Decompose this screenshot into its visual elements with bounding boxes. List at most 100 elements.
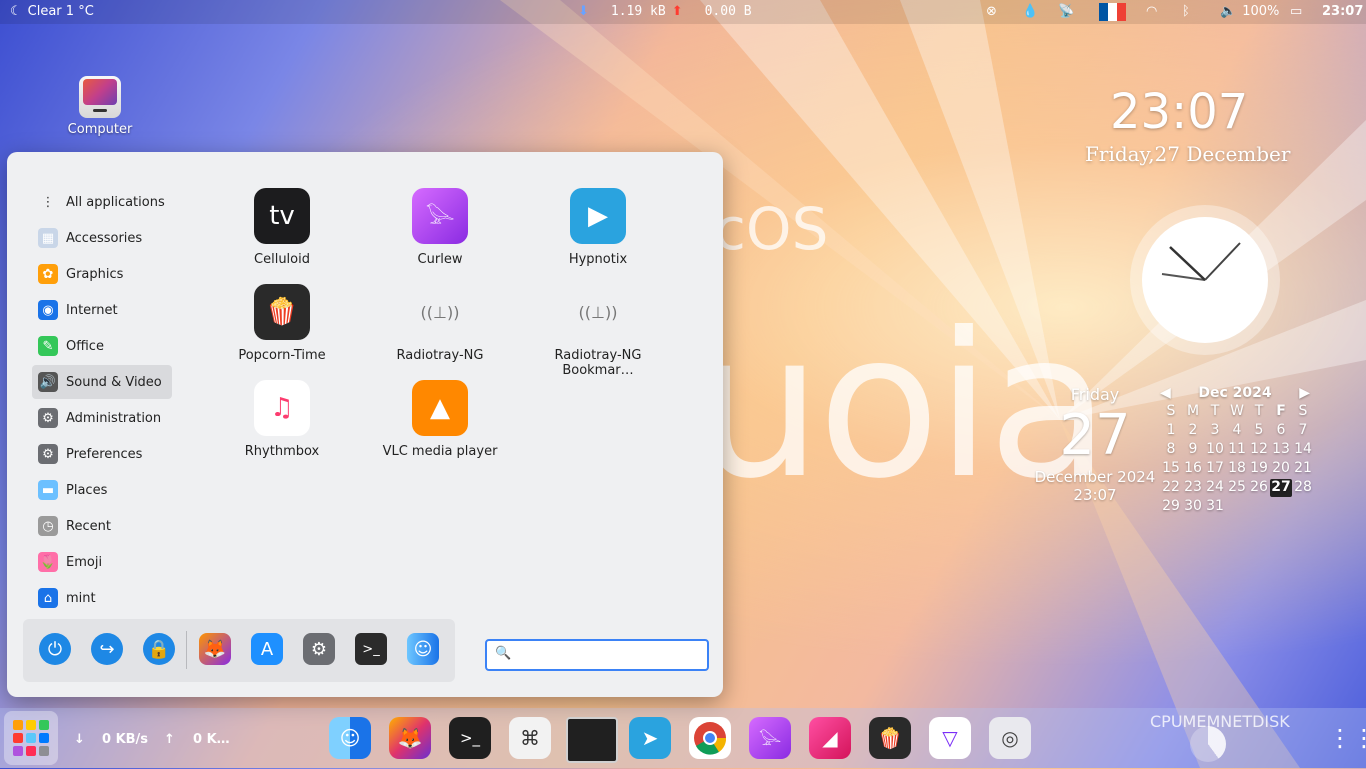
finder-icon[interactable]: ☺ bbox=[329, 717, 371, 759]
calendar-day[interactable]: 5 bbox=[1248, 422, 1270, 440]
radio-tower-icon: ((⊥)) bbox=[420, 302, 460, 322]
category-item[interactable]: ◷ Recent bbox=[32, 509, 172, 543]
calendar-day[interactable]: 23 bbox=[1182, 479, 1204, 497]
prev-month-icon[interactable]: ◀ bbox=[1160, 385, 1171, 401]
app-launcher-item[interactable]: 🍿 Popcorn-Time bbox=[202, 284, 362, 363]
calendar-day[interactable]: 27 bbox=[1270, 479, 1292, 497]
close-circle-icon[interactable]: ⊗ bbox=[986, 4, 997, 19]
calendar-weekday-header: F bbox=[1276, 403, 1286, 419]
category-item[interactable]: ▦ Accessories bbox=[32, 221, 172, 255]
power-icon[interactable]: ⏻ bbox=[39, 633, 71, 665]
radio-tower-icon: ((⊥)) bbox=[578, 302, 618, 322]
france-flag-icon[interactable] bbox=[1099, 3, 1126, 21]
calendar-day-number: 27 bbox=[1059, 403, 1131, 468]
computer-desktop-icon[interactable]: Computer bbox=[64, 76, 136, 137]
search-input[interactable] bbox=[513, 644, 702, 666]
calendar-day[interactable]: 22 bbox=[1160, 479, 1182, 497]
category-item[interactable]: 🌷 Emoji bbox=[32, 545, 172, 579]
calendar-day[interactable]: 7 bbox=[1292, 422, 1314, 440]
app-launcher-item[interactable]: 𓅪 Curlew bbox=[360, 188, 520, 267]
calendar-day[interactable]: 25 bbox=[1226, 479, 1248, 497]
calendar-day[interactable]: 10 bbox=[1204, 441, 1226, 459]
terminal-icon[interactable]: >_ bbox=[355, 633, 387, 665]
category-item[interactable]: 🔊 Sound & Video bbox=[32, 365, 172, 399]
volume-applet[interactable]: 🔈 100% bbox=[1220, 4, 1279, 19]
app-launcher-item[interactable]: ((⊥)) Radiotray-NG Bookmar… bbox=[518, 284, 678, 379]
wifi-icon[interactable]: ◠ bbox=[1146, 4, 1157, 19]
antenna-icon[interactable]: 📡 bbox=[1058, 4, 1074, 19]
weather-applet[interactable]: ☾ Clear 1 °C bbox=[10, 4, 94, 19]
category-label: Places bbox=[66, 482, 108, 498]
app-launcher-item[interactable]: ♫ Rhythmbox bbox=[202, 380, 362, 459]
calendar-day[interactable]: 29 bbox=[1160, 498, 1182, 516]
network-speed-applet[interactable]: ⬇ 1.19 kB ⬆ 0.00 B bbox=[578, 4, 752, 19]
calendar-day[interactable]: 3 bbox=[1204, 422, 1226, 440]
vpn-triangle-icon[interactable]: ▽ bbox=[929, 717, 971, 759]
menu-launcher-button[interactable] bbox=[4, 711, 58, 765]
droplet-icon[interactable]: 💧 bbox=[1022, 4, 1038, 19]
display-icon[interactable] bbox=[566, 717, 618, 763]
firefox-icon[interactable]: 🦊 bbox=[199, 633, 231, 665]
calendar-day[interactable]: 12 bbox=[1248, 441, 1270, 459]
finder-icon[interactable]: ☺ bbox=[407, 633, 439, 665]
calendar-day[interactable]: 15 bbox=[1160, 460, 1182, 478]
calendar-day[interactable]: 24 bbox=[1204, 479, 1226, 497]
calendar-day[interactable]: 21 bbox=[1292, 460, 1314, 478]
calendar-day[interactable]: 28 bbox=[1292, 479, 1314, 497]
calendar-day[interactable]: 4 bbox=[1226, 422, 1248, 440]
calendar-day[interactable]: 31 bbox=[1204, 498, 1226, 516]
logout-icon[interactable]: ↪ bbox=[91, 633, 123, 665]
hypnotix-icon: ▶ bbox=[570, 188, 626, 244]
app-launcher-item[interactable]: tv Celluloid bbox=[202, 188, 362, 267]
calendar-day[interactable]: 16 bbox=[1182, 460, 1204, 478]
speaker-icon: 🔊 bbox=[38, 372, 58, 392]
category-item[interactable]: ⋮ All applications bbox=[32, 185, 172, 219]
calendar-day[interactable]: 19 bbox=[1248, 460, 1270, 478]
app-launcher-item[interactable]: ((⊥)) Radiotray-NG bbox=[360, 284, 520, 364]
calendar-day[interactable]: 13 bbox=[1270, 441, 1292, 459]
app-store-icon[interactable]: A bbox=[251, 633, 283, 665]
lock-icon[interactable]: 🔒 bbox=[143, 633, 175, 665]
command-key-icon[interactable]: ⌘ bbox=[509, 717, 551, 759]
accessories-icon: ▦ bbox=[38, 228, 58, 248]
category-item[interactable]: ⚙ Preferences bbox=[32, 437, 172, 471]
notes-app-icon[interactable]: ◢ bbox=[809, 717, 851, 759]
show-apps-grid-icon[interactable]: ⋮⋮⋮ bbox=[1328, 724, 1366, 752]
calendar-day[interactable]: 17 bbox=[1204, 460, 1226, 478]
system-settings-icon[interactable]: ⚙ bbox=[303, 633, 335, 665]
calendar-day[interactable]: 8 bbox=[1160, 441, 1182, 459]
clock-applet[interactable]: 23:07 bbox=[1322, 4, 1363, 19]
battery-icon[interactable]: ▭ bbox=[1290, 4, 1302, 19]
category-item[interactable]: ✎ Office bbox=[32, 329, 172, 363]
calendar-day[interactable]: 18 bbox=[1226, 460, 1248, 478]
desklet-clock-time: 23:07 bbox=[1110, 84, 1249, 140]
calendar-day[interactable]: 14 bbox=[1292, 441, 1314, 459]
curlew-icon[interactable]: 𓅪 bbox=[749, 717, 791, 759]
category-item[interactable]: ✿ Graphics bbox=[32, 257, 172, 291]
calendar-day[interactable]: 1 bbox=[1160, 422, 1182, 440]
next-month-icon[interactable]: ▶ bbox=[1299, 385, 1310, 401]
bluetooth-icon[interactable]: ᛒ bbox=[1182, 4, 1190, 19]
category-item[interactable]: ◉ Internet bbox=[32, 293, 172, 327]
app-launcher-item[interactable]: ▶ Hypnotix bbox=[518, 188, 678, 267]
calendar-day[interactable]: 11 bbox=[1226, 441, 1248, 459]
calendar-day[interactable]: 30 bbox=[1182, 498, 1204, 516]
folder-icon: ▬ bbox=[38, 480, 58, 500]
calendar-day[interactable]: 2 bbox=[1182, 422, 1204, 440]
calendar-day[interactable]: 9 bbox=[1182, 441, 1204, 459]
calendar-day[interactable]: 20 bbox=[1270, 460, 1292, 478]
popcorn-icon[interactable]: 🍿 bbox=[869, 717, 911, 759]
search-box[interactable]: 🔍 bbox=[485, 639, 709, 671]
category-item[interactable]: ⌂ mint bbox=[32, 581, 172, 615]
screenshot-icon[interactable]: ◎ bbox=[989, 717, 1031, 759]
calendar-day[interactable]: 26 bbox=[1248, 479, 1270, 497]
firefox-icon[interactable]: 🦊 bbox=[389, 717, 431, 759]
terminal-icon[interactable]: >_ bbox=[449, 717, 491, 759]
app-label: VLC media player bbox=[382, 444, 498, 459]
app-launcher-item[interactable]: ▲ VLC media player bbox=[360, 380, 520, 459]
category-item[interactable]: ⚙ Administration bbox=[32, 401, 172, 435]
category-item[interactable]: ▬ Places bbox=[32, 473, 172, 507]
telegram-icon[interactable]: ➤ bbox=[629, 717, 671, 759]
chrome-icon[interactable] bbox=[689, 717, 731, 759]
calendar-day[interactable]: 6 bbox=[1270, 422, 1292, 440]
